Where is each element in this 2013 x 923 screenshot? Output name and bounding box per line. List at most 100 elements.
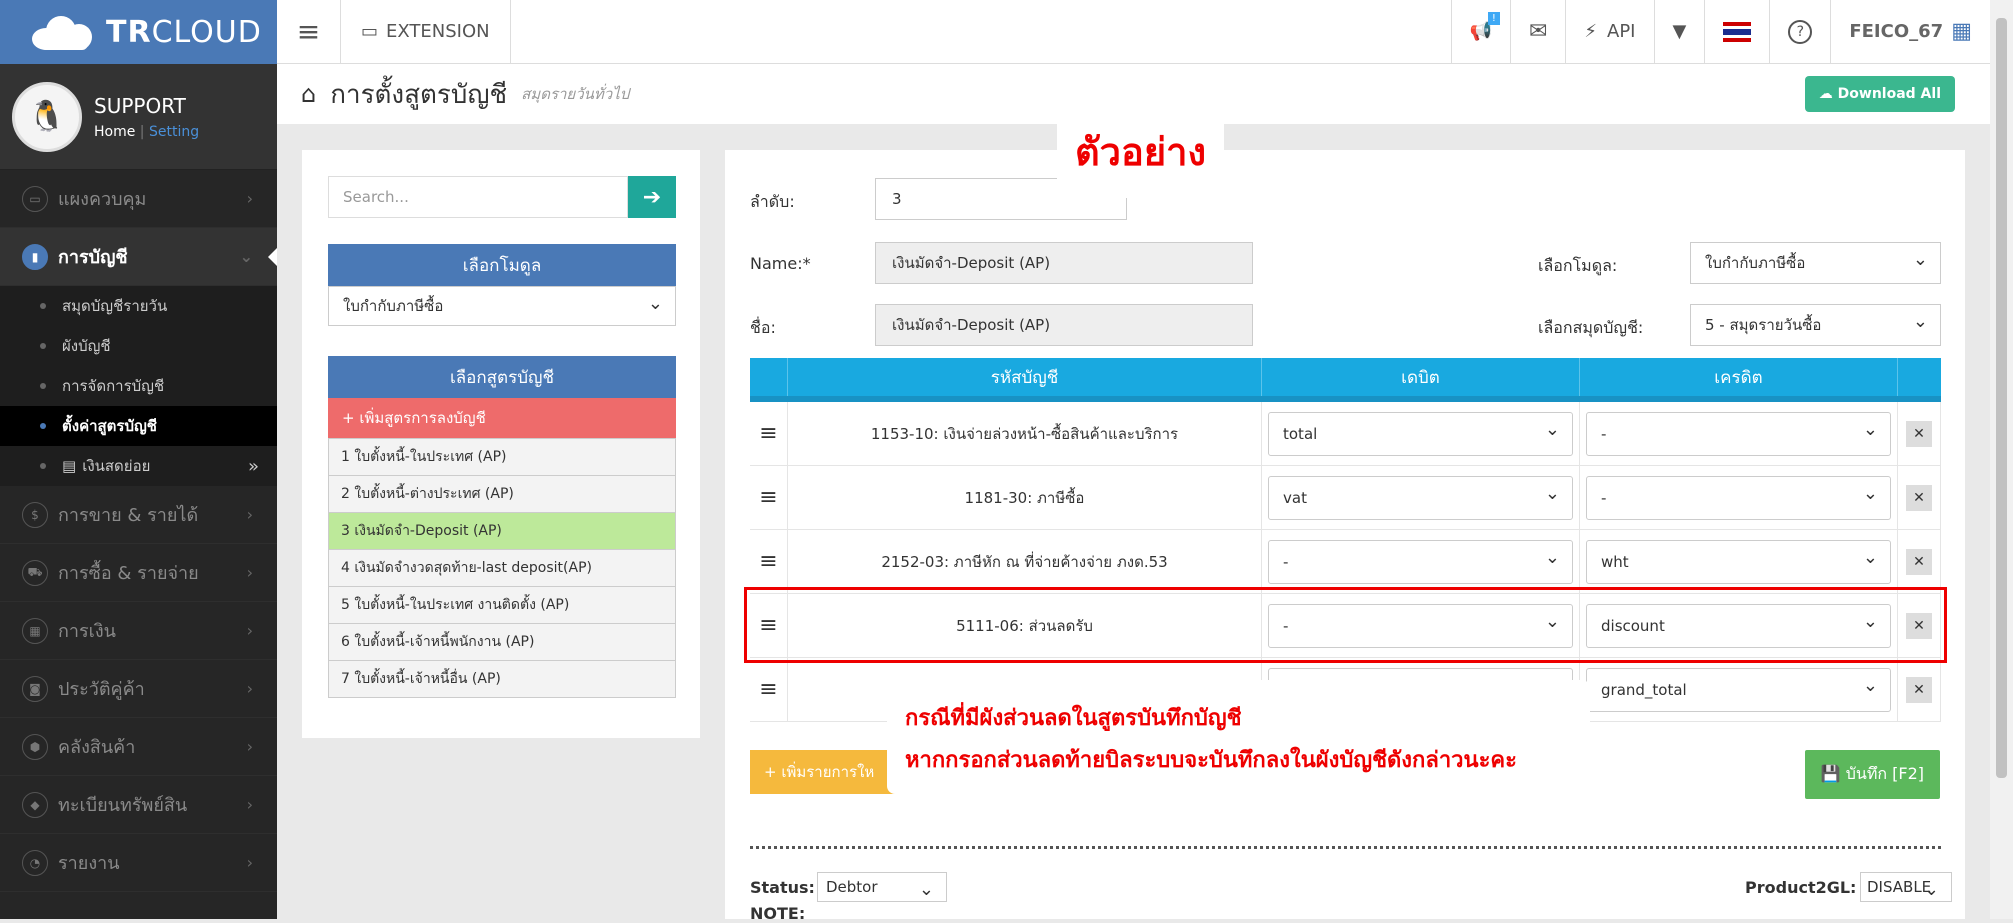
sidebar-item-inventory[interactable]: ⬢ คลังสินค้า › bbox=[0, 718, 277, 776]
delete-row-icon[interactable]: ✕ bbox=[1906, 676, 1932, 703]
sidebar-item-label: ประวัติคู่ค้า bbox=[58, 679, 145, 700]
home-link[interactable]: Home bbox=[94, 124, 135, 140]
module-select[interactable]: ใบกำกับภาษีซื้อ bbox=[1690, 242, 1941, 284]
module-label: เลือกโมดูล: bbox=[1538, 256, 1618, 275]
header-actions bbox=[1898, 358, 1941, 396]
journal-select[interactable]: 5 - สมุดรายวันซื้อ bbox=[1690, 304, 1941, 346]
sidebar-item-accounting[interactable]: ▮ การบัญชี ⌄ bbox=[0, 228, 277, 286]
chevron-right-icon: › bbox=[246, 853, 253, 872]
add-row-button[interactable]: + เพิ่มรายการให bbox=[750, 750, 910, 794]
product2gl-select[interactable]: DISABLE bbox=[1860, 872, 1952, 902]
drag-handle-icon[interactable]: ≡ bbox=[750, 402, 788, 465]
sidebar-item-label: แผงควบคุม bbox=[58, 189, 147, 210]
sidebar-item-reports[interactable]: ◔ รายงาน › bbox=[0, 834, 277, 892]
user-profile: 🐧 SUPPORT Home | Setting bbox=[0, 64, 277, 170]
sidebar-item-label: รายงาน bbox=[58, 853, 120, 874]
debit-select[interactable]: - bbox=[1268, 539, 1573, 584]
sidebar-item-dashboard[interactable]: ▭ แผงควบคุม › bbox=[0, 170, 277, 228]
note-label: NOTE: bbox=[750, 904, 806, 923]
save-button[interactable]: 💾 บันทึก [F2] bbox=[1804, 750, 1940, 799]
formula-item[interactable]: 5 ใบตั้งหนี้-ในประเทศ งานติดตั้ง (AP) bbox=[328, 586, 676, 624]
example-callout: ตัวอย่าง bbox=[1057, 104, 1224, 198]
credit-select[interactable]: - bbox=[1586, 475, 1891, 520]
add-formula-button[interactable]: + เพิ่มสูตรการลงบัญชี bbox=[328, 398, 676, 438]
sidebar: TR CLOUD 🐧 SUPPORT Home | Setting ▭ แผงควบ… bbox=[0, 0, 277, 919]
credit-select[interactable]: wht bbox=[1586, 539, 1891, 584]
link-separator: | bbox=[139, 123, 145, 140]
notification-badge: ! bbox=[1487, 11, 1500, 25]
hamburger-menu-icon[interactable]: ≡ bbox=[277, 0, 341, 64]
formula-item[interactable]: 7 ใบตั้งหนี้-เจ้าหนี้อื่น (AP) bbox=[328, 660, 676, 698]
formula-item-selected[interactable]: 3 เงินมัดจำ-Deposit (AP) bbox=[328, 512, 676, 550]
formula-item[interactable]: 2 ใบตั้งหนี้-ต่างประเทศ (AP) bbox=[328, 475, 676, 513]
download-all-button[interactable]: ☁ Download All bbox=[1804, 76, 1955, 112]
formula-item[interactable]: 6 ใบตั้งหนี้-เจ้าหนี้พนักงาน (AP) bbox=[328, 623, 676, 661]
user-menu[interactable]: FEICO_67 ▦ bbox=[1830, 0, 1990, 64]
language-button[interactable] bbox=[1704, 0, 1769, 64]
api-button[interactable]: ⚡ API bbox=[1565, 0, 1653, 64]
sidebar-sub-petty-cash[interactable]: ▤ เงินสดย่อย » bbox=[0, 446, 277, 486]
search-go-button[interactable]: ➔ bbox=[628, 176, 676, 218]
extension-button[interactable]: ▭ EXTENSION bbox=[341, 0, 511, 64]
report-icon: ◔ bbox=[22, 849, 48, 876]
save-icon: 💾 bbox=[1820, 764, 1846, 783]
sidebar-item-assets[interactable]: ◆ ทะเบียนทรัพย์สิน › bbox=[0, 776, 277, 834]
sidebar-item-finance[interactable]: ▦ การเงิน › bbox=[0, 602, 277, 660]
api-label: API bbox=[1607, 21, 1636, 42]
notification-button[interactable]: 📢! bbox=[1450, 0, 1510, 64]
drag-handle-icon[interactable]: ≡ bbox=[750, 658, 788, 721]
thai-name-label: ชื่อ: bbox=[750, 318, 776, 337]
sidebar-sub-chart-of-accounts[interactable]: ผังบัญชี bbox=[0, 326, 277, 366]
sidebar-item-sales[interactable]: $ การขาย & รายได้ › bbox=[0, 486, 277, 544]
monitor-icon: ▭ bbox=[361, 21, 379, 42]
sidebar-item-purchase[interactable]: ⛟ การซื้อ & รายจ่าย › bbox=[0, 544, 277, 602]
module-header: เลือกโมดูล bbox=[328, 244, 676, 286]
avatar[interactable]: 🐧 bbox=[12, 81, 82, 152]
credit-select[interactable]: grand_total bbox=[1586, 667, 1891, 712]
sidebar-sub-account-management[interactable]: การจัดการบัญชี bbox=[0, 366, 277, 406]
account-code: 2152-03: ภาษีหัก ณ ที่จ่ายค้างจ่าย ภงด.5… bbox=[788, 530, 1262, 593]
debit-select[interactable]: total bbox=[1268, 411, 1573, 456]
drag-handle-icon[interactable]: ≡ bbox=[750, 466, 788, 529]
mail-button[interactable]: ✉ bbox=[1509, 0, 1565, 64]
sidebar-sub-formula-settings[interactable]: ตั้งค่าสูตรบัญชี bbox=[0, 406, 277, 446]
calendar-icon: ▦ bbox=[22, 617, 48, 644]
module-select[interactable]: ใบกำกับภาษีซื้อ bbox=[328, 286, 676, 326]
status-select[interactable]: Debtor bbox=[817, 872, 947, 902]
table-row: ≡ 1153-10: เงินจ่ายล่วงหน้า-ซื้อสินค้าแล… bbox=[750, 402, 1941, 466]
left-panel: Search... ➔ เลือกโมดูล ใบกำกับภาษีซื้อ เ… bbox=[302, 150, 700, 738]
header-handle bbox=[750, 358, 788, 396]
formula-header: เลือกสูตรบัญชี bbox=[328, 356, 676, 398]
help-button[interactable]: ? bbox=[1769, 0, 1830, 64]
thai-name-input[interactable]: เงินมัดจำ-Deposit (AP) bbox=[875, 304, 1253, 346]
box-icon: ⬢ bbox=[22, 733, 48, 760]
name-input[interactable]: เงินมัดจำ-Deposit (AP) bbox=[875, 242, 1253, 284]
dropdown-toggle[interactable]: ▼ bbox=[1653, 0, 1705, 64]
chevron-right-icon: › bbox=[246, 795, 253, 814]
sidebar-sub-journal[interactable]: สมุดบัญชีรายวัน bbox=[0, 286, 277, 326]
sidebar-sub-label: ตั้งค่าสูตรบัญชี bbox=[62, 417, 157, 435]
formula-item[interactable]: 4 เงินมัดจำงวดสุดท้าย-last deposit(AP) bbox=[328, 549, 676, 587]
cloud-download-icon: ☁ bbox=[1818, 86, 1838, 102]
drag-handle-icon[interactable]: ≡ bbox=[750, 530, 788, 593]
delete-row-icon[interactable]: ✕ bbox=[1906, 548, 1932, 575]
page-scrollbar[interactable] bbox=[1990, 0, 2013, 919]
cart-icon: ⛟ bbox=[22, 559, 48, 586]
plug-icon: ⚡ bbox=[1584, 21, 1598, 42]
credit-select[interactable]: - bbox=[1586, 411, 1891, 456]
formula-editor: ลำดับ: 3 Name:* เงินมัดจำ-Deposit (AP) ช… bbox=[725, 150, 1965, 923]
delete-row-icon[interactable]: ✕ bbox=[1906, 484, 1932, 511]
search-input[interactable]: Search... bbox=[328, 176, 628, 218]
table-header: รหัสบัญชี เดบิต เครดิต bbox=[750, 358, 1941, 402]
delete-row-icon[interactable]: ✕ bbox=[1906, 420, 1932, 447]
home-icon[interactable]: ⌂ bbox=[301, 80, 316, 108]
sidebar-item-label: การบัญชี bbox=[58, 247, 128, 268]
sidebar-sub-label: ผังบัญชี bbox=[62, 337, 111, 355]
note-line-1: กรณีที่มีผังส่วนลดในสูตรบันทึกบัญชี bbox=[905, 706, 1242, 731]
sidebar-item-label: ทะเบียนทรัพย์สิน bbox=[58, 795, 188, 816]
debit-select[interactable]: vat bbox=[1268, 475, 1573, 520]
setting-link[interactable]: Setting bbox=[149, 124, 199, 140]
formula-item[interactable]: 1 ใบตั้งหนี้-ในประเทศ (AP) bbox=[328, 438, 676, 476]
brand-logo[interactable]: TR CLOUD bbox=[0, 0, 277, 64]
sidebar-item-contacts[interactable]: ◙ ประวัติคู่ค้า › bbox=[0, 660, 277, 718]
